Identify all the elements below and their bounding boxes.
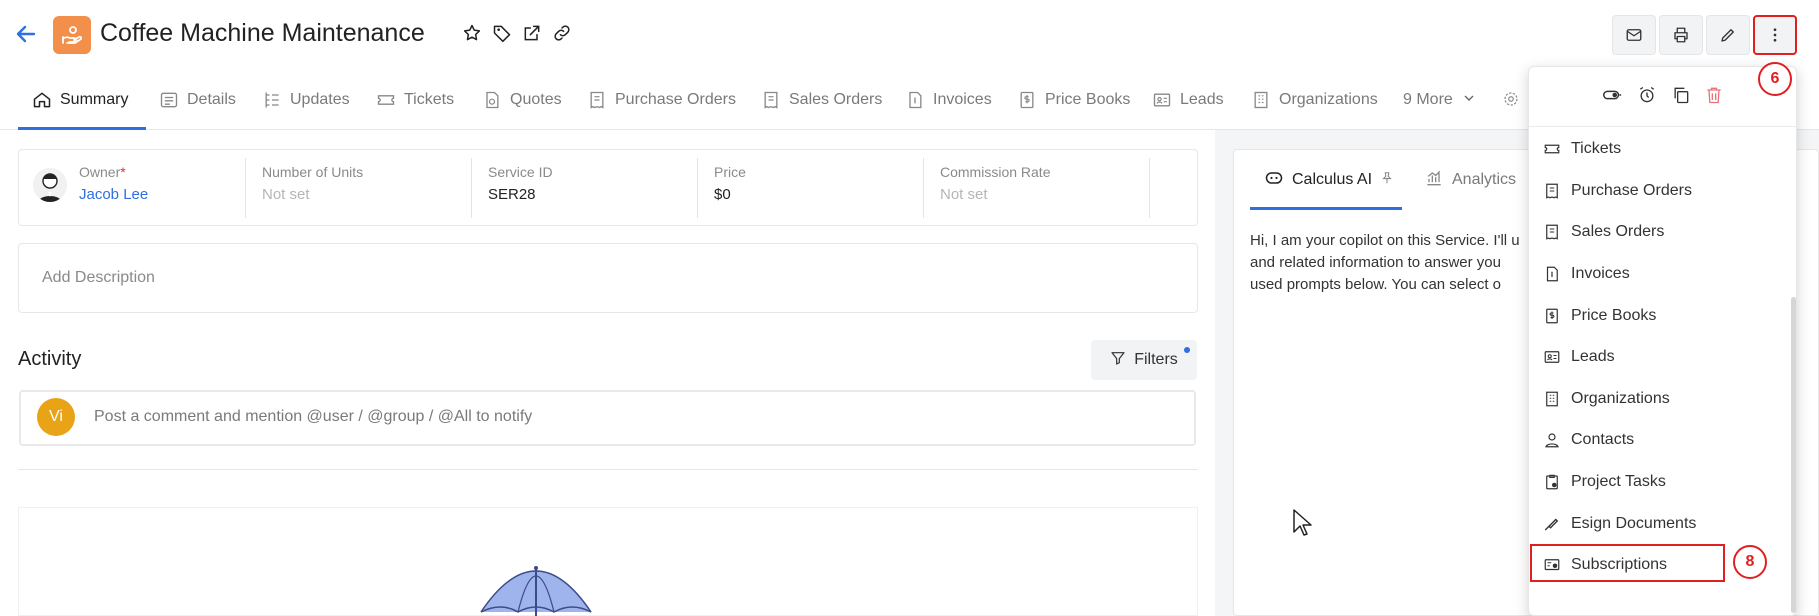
email-button[interactable] <box>1612 15 1656 55</box>
field-divider <box>1149 158 1150 218</box>
activity-title: Activity <box>18 348 82 370</box>
page-title: Coffee Machine Maintenance <box>100 19 425 47</box>
quote-icon <box>482 90 502 110</box>
home-icon <box>32 90 52 110</box>
invoice-icon <box>905 90 925 110</box>
tab-updates[interactable]: Updates <box>262 70 350 130</box>
tab-leads[interactable]: Leads <box>1152 70 1224 130</box>
gear-icon <box>1502 90 1522 110</box>
alarm-clock-icon[interactable] <box>1634 82 1660 108</box>
invoice-icon <box>1543 265 1561 283</box>
menu-item-purchase-orders[interactable]: Purchase Orders <box>1543 174 1769 208</box>
receipt-icon <box>1543 182 1561 200</box>
field-commission-rate[interactable]: Commission Rate Not set <box>940 164 1050 214</box>
key-fields-card: Owner* Jacob Lee Number of Units Not set… <box>18 149 1198 226</box>
back-arrow-icon[interactable] <box>14 22 38 46</box>
field-divider <box>923 158 924 218</box>
field-price[interactable]: Price $0 <box>714 164 746 214</box>
contact-icon <box>1543 431 1561 449</box>
subscriptions-highlight <box>1530 544 1725 582</box>
tab-quotes[interactable]: Quotes <box>482 70 562 130</box>
owner-avatar <box>33 168 67 202</box>
service-record-icon <box>53 16 91 54</box>
menu-item-sales-orders[interactable]: Sales Orders <box>1543 215 1769 249</box>
tab-organizations[interactable]: Organizations <box>1251 70 1378 130</box>
field-divider <box>697 158 698 218</box>
dollar-doc-icon <box>1543 307 1561 325</box>
tab-sales-orders[interactable]: Sales Orders <box>761 70 882 130</box>
menu-item-project-tasks[interactable]: Project Tasks <box>1543 465 1769 499</box>
filters-active-dot <box>1184 347 1190 353</box>
tab-purchase-orders[interactable]: Purchase Orders <box>587 70 736 130</box>
analytics-icon <box>1424 168 1444 193</box>
menu-item-contacts[interactable]: Contacts <box>1543 423 1769 457</box>
tag-icon[interactable] <box>492 23 512 43</box>
signature-icon <box>1543 515 1561 533</box>
tab-tickets[interactable]: Tickets <box>376 70 454 130</box>
open-external-icon[interactable] <box>522 23 542 43</box>
tab-calculus-ai[interactable]: Calculus AI <box>1264 150 1394 210</box>
more-actions-menu: Tickets Purchase Orders Sales Orders Inv… <box>1528 66 1798 616</box>
clipboard-icon <box>1543 473 1561 491</box>
trash-icon[interactable] <box>1701 82 1727 108</box>
tab-details[interactable]: Details <box>159 70 236 130</box>
ticket-icon <box>376 90 396 110</box>
star-icon[interactable] <box>462 23 482 43</box>
menu-item-esign-documents[interactable]: Esign Documents <box>1543 507 1769 541</box>
annotation-badge-8: 8 <box>1733 545 1767 579</box>
menu-item-organizations[interactable]: Organizations <box>1543 382 1769 416</box>
tab-analytics[interactable]: Analytics <box>1424 150 1516 210</box>
copy-icon[interactable] <box>1668 82 1694 108</box>
menu-scrollbar[interactable] <box>1791 297 1796 613</box>
menu-item-tickets[interactable]: Tickets <box>1543 132 1769 166</box>
chevron-down-icon <box>1461 90 1481 110</box>
empty-activity-illustration <box>18 507 1198 616</box>
field-divider <box>471 158 472 218</box>
filters-button[interactable]: Filters <box>1091 340 1197 380</box>
building-icon <box>1251 90 1271 110</box>
link-icon[interactable] <box>552 23 572 43</box>
field-divider <box>245 158 246 218</box>
receipt-icon <box>1543 223 1561 241</box>
record-header: Coffee Machine Maintenance <box>0 0 1819 70</box>
field-number-of-units[interactable]: Number of Units Not set <box>262 164 363 214</box>
list-icon <box>159 90 179 110</box>
pin-icon[interactable] <box>1380 171 1394 190</box>
building-icon <box>1543 390 1561 408</box>
robot-icon <box>1264 168 1284 193</box>
tab-price-books[interactable]: Price Books <box>1017 70 1130 130</box>
ticket-icon <box>1543 140 1561 158</box>
active-tab-indicator <box>1250 207 1402 210</box>
owner-value[interactable]: Jacob Lee <box>79 186 148 203</box>
annotation-badge-6: 6 <box>1758 62 1792 96</box>
filter-icon <box>1110 350 1126 371</box>
field-service-id[interactable]: Service ID SER28 <box>488 164 553 214</box>
divider <box>18 469 1198 470</box>
print-button[interactable] <box>1659 15 1703 55</box>
tab-invoices[interactable]: Invoices <box>905 70 992 130</box>
field-owner[interactable]: Owner* Jacob Lee <box>79 164 148 214</box>
ai-intro-text: Hi, I am your copilot on this Service. I… <box>1250 232 1520 293</box>
user-avatar: Vi <box>37 398 75 436</box>
updates-icon <box>262 90 282 110</box>
dollar-doc-icon <box>1017 90 1037 110</box>
tab-summary[interactable]: Summary <box>32 70 128 130</box>
summary-panel: Owner* Jacob Lee Number of Units Not set… <box>0 130 1215 616</box>
tab-more[interactable]: 9 More <box>1403 70 1481 130</box>
id-card-icon <box>1152 90 1172 110</box>
receipt-icon <box>761 90 781 110</box>
toggle-icon[interactable] <box>1599 82 1625 108</box>
menu-item-invoices[interactable]: Invoices <box>1543 257 1769 291</box>
tab-settings[interactable] <box>1502 70 1522 130</box>
menu-item-leads[interactable]: Leads <box>1543 340 1769 374</box>
id-card-icon <box>1543 348 1561 366</box>
menu-item-price-books[interactable]: Price Books <box>1543 299 1769 333</box>
mouse-cursor-icon <box>1292 508 1314 538</box>
comment-input[interactable]: Vi Post a comment and mention @user / @g… <box>19 390 1196 446</box>
description-field[interactable]: Add Description <box>18 243 1198 313</box>
receipt-icon <box>587 90 607 110</box>
more-actions-button[interactable] <box>1753 15 1797 55</box>
edit-button[interactable] <box>1706 15 1750 55</box>
